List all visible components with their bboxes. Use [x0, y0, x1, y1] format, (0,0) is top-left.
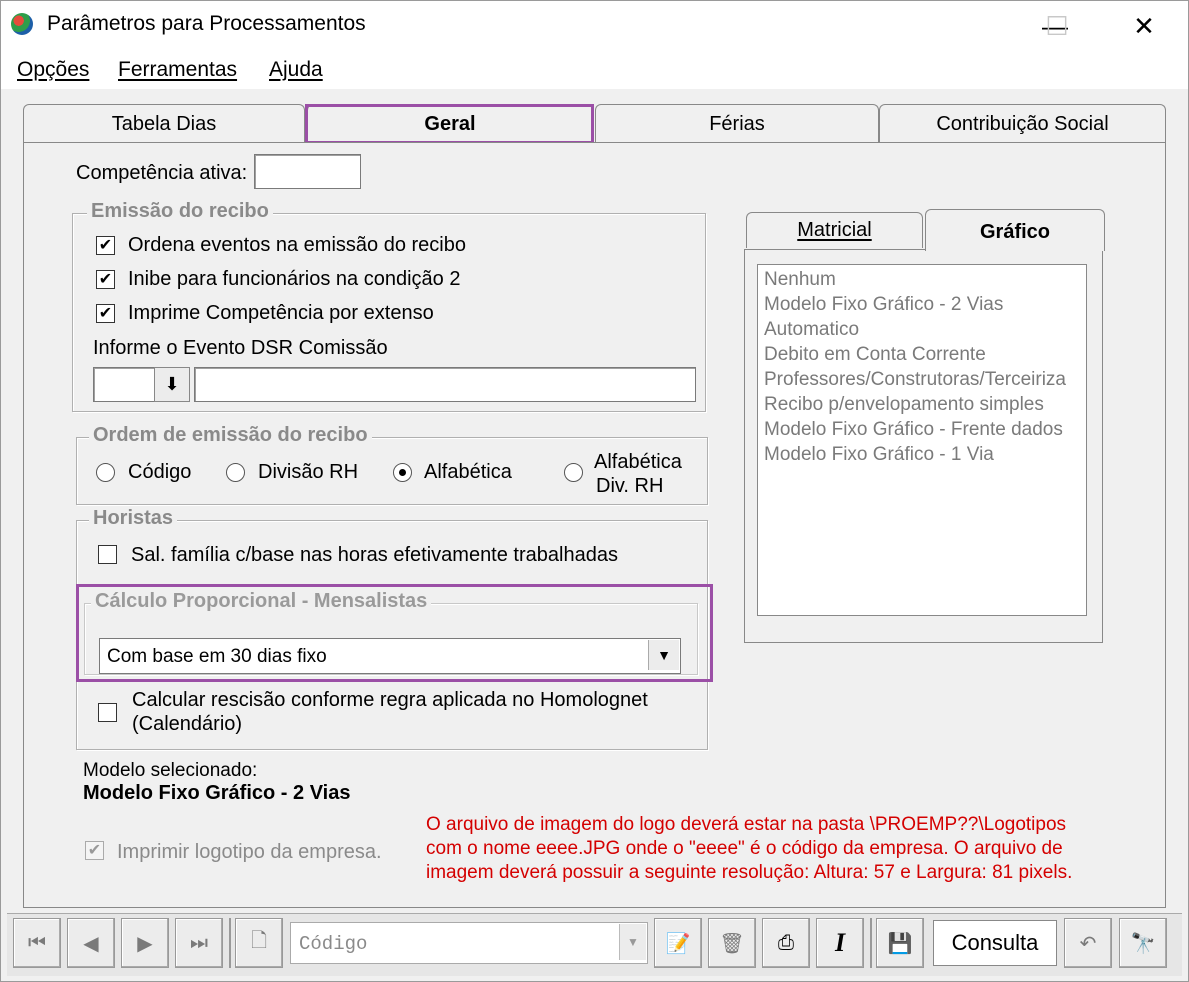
tab-contribuicao-social[interactable]: Contribuição Social: [879, 104, 1166, 143]
check-imprime-competencia[interactable]: ✔: [96, 304, 115, 323]
title-bar: Parâmetros para Processamentos — ☐ ✕: [1, 1, 1188, 51]
subtab-matricial[interactable]: Matricial: [746, 212, 923, 248]
edit-notes-icon[interactable]: 📝: [654, 918, 702, 968]
check-rescisao-label: Calcular rescisão conforme regra aplicad…: [132, 689, 648, 735]
navigation-toolbar: ⏮ ◀ ▶ ⏭ 🗋 Código ▼ 📝 🗑 ⎙ I 💾 Consulta ↶ …: [7, 913, 1182, 976]
undo-icon[interactable]: ↶: [1064, 918, 1112, 968]
close-button[interactable]: ✕: [1114, 1, 1174, 51]
main-window: Parâmetros para Processamentos — ☐ ✕ Opç…: [0, 0, 1189, 982]
list-item[interactable]: Nenhum: [764, 269, 836, 291]
radio-codigo[interactable]: [96, 463, 115, 482]
list-item[interactable]: Modelo Fixo Gráfico - 2 Vias: [764, 294, 1003, 316]
check-sal-familia-label: Sal. família c/base nas horas efetivamen…: [131, 544, 618, 566]
dsr-code-input[interactable]: [93, 367, 155, 402]
emissao-legend: Emissão do recibo: [87, 200, 273, 223]
first-record-icon[interactable]: ⏮: [13, 918, 61, 968]
radio-divisao-rh[interactable]: [226, 463, 245, 482]
tab-highlight: [305, 104, 594, 144]
radio-codigo-label: Código: [128, 461, 192, 483]
last-record-icon[interactable]: ⏭: [175, 918, 223, 968]
list-item[interactable]: Modelo Fixo Gráfico - Frente dados: [764, 419, 1063, 441]
check-imprimir-logotipo-label: Imprimir logotipo da empresa.: [117, 841, 382, 863]
horistas-legend: Horistas: [89, 507, 178, 530]
check-imprime-competencia-label: Imprime Competência por extenso: [128, 302, 434, 324]
check-ordena-eventos-label: Ordena eventos na emissão do recibo: [128, 234, 466, 256]
record-combo[interactable]: Código ▼: [290, 922, 648, 964]
check-inibe-funcionarios-label: Inibe para funcionários na condição 2: [128, 268, 461, 290]
dsr-label: Informe o Evento DSR Comissão: [93, 337, 388, 359]
tab-ferias[interactable]: Férias: [595, 104, 879, 143]
chevron-down-icon[interactable]: ▼: [619, 924, 646, 960]
next-record-icon[interactable]: ▶: [121, 918, 169, 968]
app-icon: [11, 13, 33, 35]
proporcional-highlight: [76, 584, 713, 682]
prev-record-icon[interactable]: ◀: [67, 918, 115, 968]
dsr-desc-input[interactable]: [194, 367, 696, 402]
check-sal-familia[interactable]: [98, 545, 117, 564]
logo-warning-text: O arquivo de imagem do logo deverá estar…: [426, 814, 1073, 883]
status-field: Consulta: [933, 920, 1057, 966]
check-rescisao-homolognet[interactable]: [98, 703, 117, 722]
check-ordena-eventos[interactable]: ✔: [96, 236, 115, 255]
dsr-lookup-button[interactable]: ⬇: [154, 367, 190, 402]
search-binoculars-icon[interactable]: 🔭: [1119, 918, 1167, 968]
modelo-label: Modelo selecionado:: [83, 760, 258, 781]
check-imprimir-logotipo[interactable]: ✔: [85, 841, 104, 860]
menu-opcoes[interactable]: Opções: [17, 58, 89, 82]
menu-ferramentas[interactable]: Ferramentas: [118, 58, 237, 82]
competencia-label: Competência ativa:: [76, 162, 248, 184]
list-item[interactable]: Debito em Conta Corrente: [764, 344, 986, 366]
subtab-grafico[interactable]: Gráfico: [925, 209, 1105, 251]
check-inibe-funcionarios[interactable]: ✔: [96, 270, 115, 289]
window-title: Parâmetros para Processamentos: [47, 12, 366, 35]
save-icon[interactable]: 💾: [876, 918, 924, 968]
tab-tabela-dias[interactable]: Tabela Dias: [23, 104, 305, 143]
list-item[interactable]: Recibo p/envelopamento simples: [764, 394, 1044, 416]
radio-alfabetica-label: Alfabética: [424, 461, 512, 483]
print-icon[interactable]: ⎙: [762, 918, 810, 968]
radio-alfabetica[interactable]: [393, 463, 412, 482]
italic-icon[interactable]: I: [816, 918, 864, 968]
list-item[interactable]: Automatico: [764, 319, 859, 341]
maximize-button[interactable]: ☐: [1027, 1, 1087, 51]
radio-alfabetica-div-rh-label: Alfabética Div. RH: [594, 451, 682, 497]
menu-bar: Opções Ferramentas Ajuda: [1, 51, 1188, 89]
modelo-value: Modelo Fixo Gráfico - 2 Vias: [83, 782, 351, 804]
list-item[interactable]: Professores/Construtoras/Terceiriza: [764, 369, 1066, 391]
radio-alfabetica-div-rh[interactable]: [564, 463, 583, 482]
record-combo-placeholder: Código: [299, 933, 368, 955]
new-document-icon[interactable]: 🗋: [235, 918, 283, 968]
competencia-input[interactable]: [254, 154, 361, 189]
ordem-legend: Ordem de emissão do recibo: [89, 424, 372, 447]
list-item[interactable]: Modelo Fixo Gráfico - 1 Via: [764, 444, 994, 466]
delete-icon[interactable]: 🗑: [708, 918, 756, 968]
menu-ajuda[interactable]: Ajuda: [269, 58, 323, 82]
radio-divisao-rh-label: Divisão RH: [258, 461, 359, 483]
modelo-list[interactable]: Nenhum Modelo Fixo Gráfico - 2 Vias Auto…: [757, 264, 1087, 616]
